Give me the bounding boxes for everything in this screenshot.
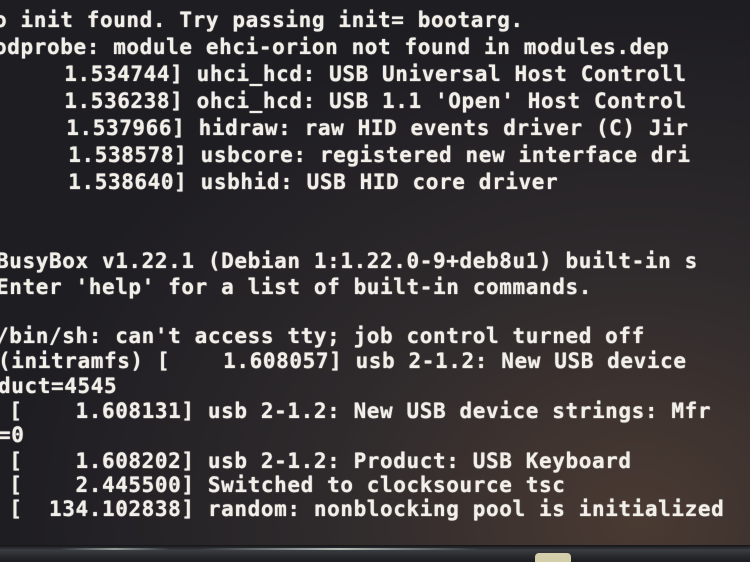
console-line: 1.534744] uhci_hcd: USB Universal Host C…: [0, 62, 687, 86]
bezel-reflection: [60, 548, 170, 550]
console-line: 1.538640] usbhid: USB HID core driver: [2, 170, 559, 194]
console-line: BusyBox v1.22.1 (Debian 1:1.22.0-9+deb8u…: [0, 249, 698, 273]
monitor-bezel: [0, 545, 750, 562]
console-line: /bin/sh: can't access tty; job control t…: [0, 324, 645, 348]
console-line: =0: [0, 423, 25, 447]
console-line: 1.538578] usbcore: registered new interf…: [2, 143, 691, 167]
console-line: [ 2.445500] Switched to clocksource tsc: [0, 473, 566, 497]
console-line: o init found. Try passing init= bootarg.: [0, 8, 524, 32]
console-line: odprobe: module ehci-orion not found in …: [0, 35, 670, 59]
monitor-logo-icon: [535, 553, 571, 562]
console-line: 1.536238] ohci_hcd: USB 1.1 'Open' Host …: [0, 89, 687, 113]
console-line: [ 134.102838] random: nonblocking pool i…: [0, 497, 725, 521]
console-line: [ 1.608202] usb 2-1.2: Product: USB Keyb…: [0, 449, 632, 473]
console-line: Enter 'help' for a list of built-in comm…: [0, 275, 592, 299]
console-line: [ 1.608131] usb 2-1.2: New USB device st…: [0, 399, 712, 423]
console-line: 1.537966] hidraw: raw HID events driver …: [0, 116, 689, 140]
terminal-screen[interactable]: o init found. Try passing init= bootarg.…: [0, 0, 750, 545]
console-line: (initramfs) [ 1.608057] usb 2-1.2: New U…: [0, 349, 687, 373]
bezel-reflection: [200, 548, 480, 550]
console-line: duct=4545: [0, 374, 118, 398]
